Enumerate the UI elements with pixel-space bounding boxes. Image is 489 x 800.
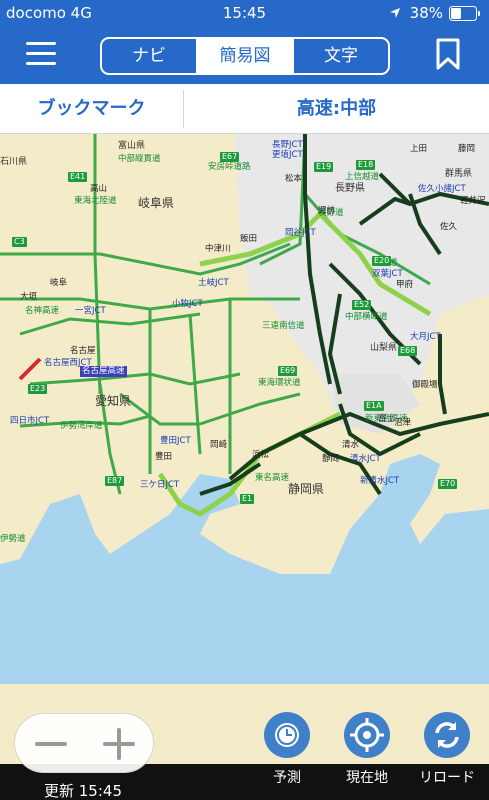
place-label: 御殿場 [412, 380, 438, 390]
location-arrow-icon [390, 8, 400, 18]
route-shield: E18 [356, 160, 376, 170]
road-label: 東海環状道 [258, 378, 301, 388]
road-label: 三遠南信道 [262, 321, 305, 331]
current-location-label: 現在地 [346, 770, 388, 786]
road-label: 伊勢湾岸道 [60, 421, 103, 431]
place-label: 浜松 [252, 450, 270, 460]
route-shield: E20 [372, 256, 392, 266]
zoom-out-button[interactable] [35, 742, 67, 746]
pref-label-toyama: 富山県 [118, 141, 146, 151]
battery-percent: 38% [409, 4, 443, 22]
sea [0, 454, 489, 684]
zoom-control [14, 713, 154, 773]
expressway-map[interactable]: 岐阜県 長野県 愛知県 静岡県 山梨県 群馬県 富山県 石川県 中部縦貫道 安房… [0, 134, 489, 764]
place-label: 豊田 [155, 452, 173, 462]
reload-label: リロード [419, 770, 475, 786]
route-shield: C3 [12, 237, 27, 247]
place-label: 大垣 [20, 292, 38, 302]
place-label: 藤岡 [458, 144, 476, 154]
route-shield: E70 [438, 479, 458, 489]
road-label: 上信越道 [345, 172, 380, 182]
pref-label-gifu: 岐阜県 [138, 196, 175, 210]
place-label: 清水 [342, 440, 360, 450]
nav-bar: ナビ 簡易図 文字 [0, 26, 489, 84]
place-label: 岡崎 [210, 440, 228, 450]
jct-label: 三ケ日JCT [140, 480, 180, 490]
road-label: 中部横断道 [345, 312, 388, 322]
update-time: 更新 15:45 [44, 782, 122, 800]
place-label: 静岡 [322, 454, 340, 464]
view-segmented-control: ナビ 簡易図 文字 [100, 37, 390, 75]
battery-icon [449, 6, 480, 21]
place-label: 佐久 [440, 222, 458, 232]
route-shield: E1 [240, 494, 255, 504]
status-bar: docomo 4G 15:45 38% [0, 0, 489, 26]
route-shield: E23 [28, 384, 48, 394]
place-label: 軽井沢 [460, 196, 486, 206]
jct-label: 四日市JCT [10, 416, 50, 426]
jct-label: 小牧JCT [172, 299, 203, 309]
jct-label: 新清水JCT [360, 476, 400, 486]
jct-label: 佐久小諸JCT [418, 184, 466, 194]
place-label: 沼津 [394, 418, 412, 428]
route-shield: E67 [220, 152, 240, 162]
pref-label-ishikawa: 石川県 [0, 157, 28, 167]
menu-icon[interactable] [26, 42, 56, 66]
place-label: 富士 [378, 414, 396, 424]
jct-label: 大月JCT [410, 332, 441, 342]
jct-label: 岡谷JCT [285, 228, 316, 238]
place-label: 上田 [410, 144, 428, 154]
forecast-button[interactable] [264, 712, 310, 758]
region-selector[interactable]: 高速:中部 [184, 84, 489, 134]
zoom-in-icon [117, 728, 121, 760]
pref-label-aichi: 愛知県 [95, 394, 132, 408]
route-shield: E87 [105, 476, 125, 486]
pref-label-shizuoka: 静岡県 [288, 482, 325, 496]
road-label: 中部縦貫道 [118, 154, 161, 164]
jct-label: 双葉JCT [372, 269, 403, 279]
tab-navi[interactable]: ナビ [102, 39, 196, 73]
congestion-segment [18, 357, 42, 381]
jct-label: 名古屋西JCT [44, 358, 92, 368]
route-shield: E69 [278, 366, 298, 376]
route-shield: E52 [352, 300, 372, 310]
place-label: 甲府 [396, 280, 414, 290]
place-label: 諏訪 [318, 206, 336, 216]
forecast-label: 予測 [273, 770, 301, 786]
bookmark-icon[interactable] [435, 38, 461, 70]
place-label: 飯田 [240, 234, 258, 244]
route-shield: E68 [398, 346, 418, 356]
place-label: 松本 [285, 174, 303, 184]
refresh-icon [435, 722, 459, 748]
current-location-button[interactable] [344, 712, 390, 758]
sub-header: ブックマーク 高速:中部 [0, 84, 489, 134]
clock-icon [275, 723, 299, 747]
tab-simple-map[interactable]: 簡易図 [196, 39, 292, 73]
route-shield: E41 [68, 172, 88, 182]
map-canvas [0, 134, 489, 764]
place-label: 高山 [90, 184, 108, 194]
pref-label-gunma: 群馬県 [445, 169, 473, 179]
place-label: 名古屋 [70, 346, 96, 356]
route-shield: E1A [364, 401, 384, 411]
road-label: 東海北陸道 [74, 196, 117, 206]
jct-label: 清水JCT [350, 454, 381, 464]
place-label: 中津川 [205, 244, 231, 254]
road-label: 名神高速 [25, 306, 60, 316]
pref-label-yamanashi: 山梨県 [370, 343, 398, 353]
jct-label: 豊田JCT [160, 436, 191, 446]
road-label: 伊勢道 [0, 534, 26, 544]
bookmark-link[interactable]: ブックマーク [0, 84, 183, 134]
reload-button[interactable] [424, 712, 470, 758]
route-shield: E19 [314, 162, 334, 172]
place-label: 岐阜 [50, 278, 68, 288]
road-label: 東名高速 [255, 473, 290, 483]
tab-text[interactable]: 文字 [292, 39, 388, 73]
jct-label: 土岐JCT [198, 278, 229, 288]
jct-label: 更埴JCT [272, 150, 303, 160]
crosshair-icon [350, 718, 384, 752]
jct-label: 一宮JCT [75, 306, 106, 316]
